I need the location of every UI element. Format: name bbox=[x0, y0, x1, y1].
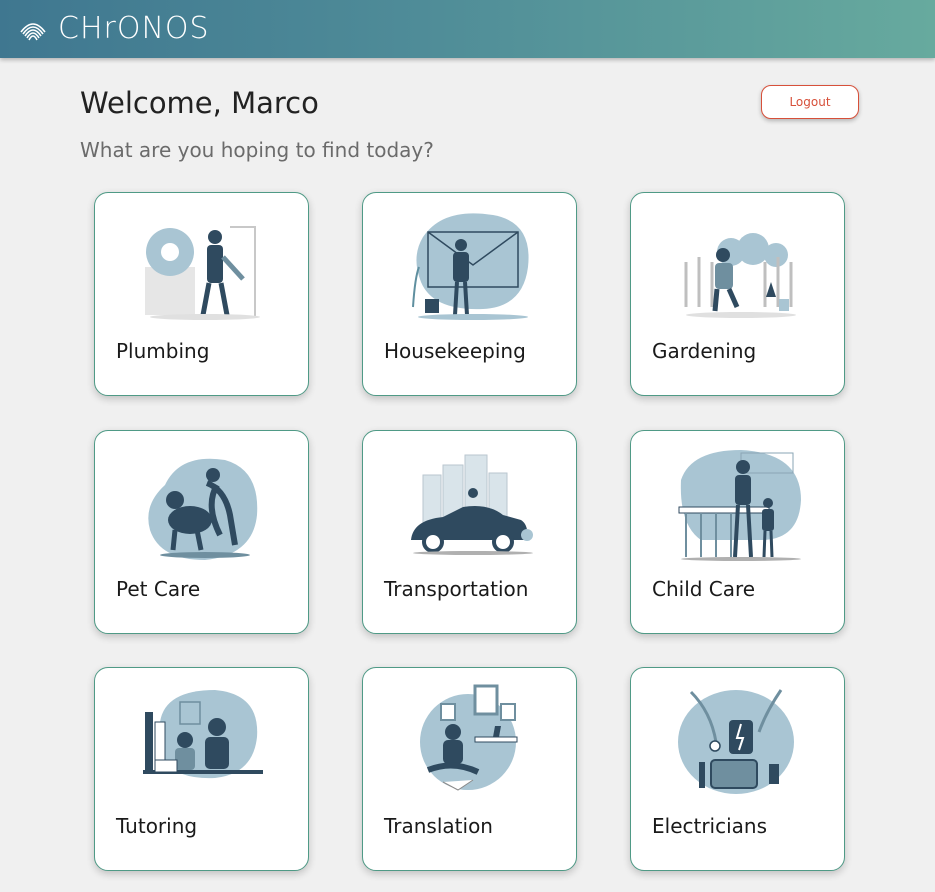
service-card-plumbing[interactable]: Plumbing bbox=[94, 192, 309, 396]
service-label: Electricians bbox=[652, 814, 768, 838]
brand-name: CHrONOS bbox=[58, 11, 210, 46]
service-card-pet-care[interactable]: Pet Care bbox=[94, 430, 309, 634]
child-care-illustration-icon bbox=[678, 450, 801, 561]
brand-logo[interactable]: CHrONOS bbox=[18, 12, 210, 46]
translation-illustration-icon bbox=[420, 684, 518, 791]
service-label: Tutoring bbox=[116, 814, 198, 838]
service-card-child-care[interactable]: Child Care bbox=[630, 430, 845, 634]
service-card-transportation[interactable]: Transportation bbox=[362, 430, 577, 634]
service-label: Gardening bbox=[652, 339, 757, 363]
plumbing-illustration-icon bbox=[145, 226, 260, 320]
tutoring-illustration-icon bbox=[143, 690, 263, 779]
service-label: Transportation bbox=[384, 577, 529, 601]
transportation-illustration-icon bbox=[411, 454, 533, 555]
service-label: Translation bbox=[384, 814, 493, 838]
top-bar: CHrONOS bbox=[0, 0, 935, 58]
service-card-gardening[interactable]: Gardening bbox=[630, 192, 845, 396]
pet-care-illustration-icon bbox=[148, 458, 258, 560]
service-label: Child Care bbox=[652, 577, 756, 601]
service-label: Housekeeping bbox=[384, 339, 526, 363]
welcome-heading: Welcome, Marco bbox=[80, 86, 319, 120]
service-card-housekeeping[interactable]: Housekeeping bbox=[362, 192, 577, 396]
service-card-electricians[interactable]: Electricians bbox=[630, 667, 845, 871]
service-card-tutoring[interactable]: Tutoring bbox=[94, 667, 309, 871]
housekeeping-illustration-icon bbox=[412, 213, 529, 320]
service-card-translation[interactable]: Translation bbox=[362, 667, 577, 871]
logout-button[interactable]: Logout bbox=[761, 85, 859, 119]
logo-icon bbox=[20, 23, 46, 41]
gardening-illustration-icon bbox=[684, 233, 796, 318]
electricians-illustration-icon bbox=[678, 689, 794, 794]
search-prompt: What are you hoping to find today? bbox=[80, 138, 434, 162]
service-label: Pet Care bbox=[116, 577, 201, 601]
service-label: Plumbing bbox=[116, 339, 210, 363]
